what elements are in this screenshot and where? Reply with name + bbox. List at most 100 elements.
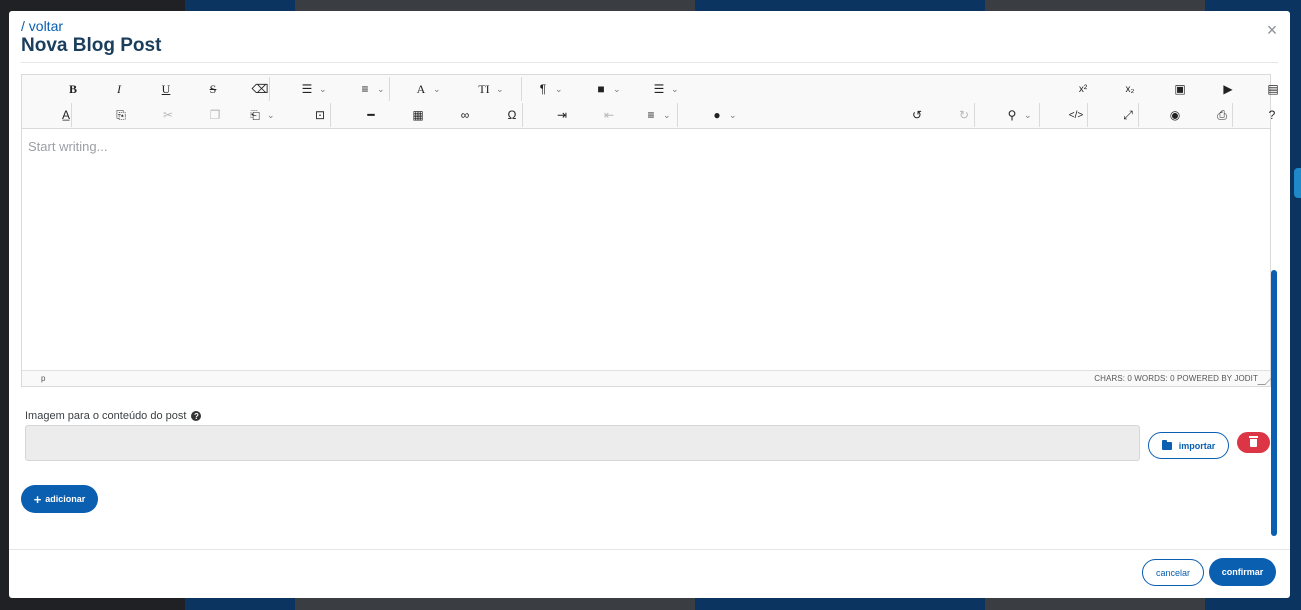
horizontal-rule-button[interactable]: ━ <box>364 105 378 125</box>
undo-icon: ↺ <box>911 108 923 122</box>
subscript-button[interactable]: x₂ <box>1123 79 1137 99</box>
redo-button[interactable]: ↻ <box>957 105 971 125</box>
underline-button[interactable]: U <box>159 79 173 99</box>
close-icon[interactable]: × <box>1264 21 1280 39</box>
chevron-down-icon: ⌄ <box>729 109 737 120</box>
symbols-button[interactable]: Ω <box>505 105 519 125</box>
about-button[interactable]: ? <box>1265 105 1279 125</box>
classname-button[interactable]: ■ ⌄ <box>594 79 620 99</box>
status-path[interactable]: p <box>41 374 45 383</box>
italic-icon: I <box>117 81 121 96</box>
toolbar-separator <box>330 103 331 127</box>
eraser-button[interactable]: ⌫ <box>251 79 269 99</box>
copy-icon: ❐ <box>209 108 221 122</box>
cut-button[interactable]: ✂ <box>161 105 175 125</box>
source-icon: </> <box>1068 109 1084 121</box>
outdent-button[interactable]: ⇤ <box>602 105 616 125</box>
toolbar-row-1: B I U S ⌫ ☰ ⌄ ≡ ⌄ A ⌄ TI ⌄ ¶ ⌄ ■ ⌄ ☰ ⌄ x² x₂ ▣ ▶ ▤ <box>22 75 1279 102</box>
image-field-label-text: Imagem para o conteúdo do post <box>25 410 187 422</box>
video-icon: ▶ <box>1223 82 1233 96</box>
plus-icon: + <box>33 491 42 507</box>
link-icon: ∞ <box>460 108 470 122</box>
toolbar-separator <box>1039 103 1040 127</box>
file-button[interactable]: ▤ <box>1266 79 1280 99</box>
editor-placeholder: Start writing... <box>28 139 108 154</box>
chevron-down-icon: ⌄ <box>671 83 679 94</box>
header-divider <box>21 62 1278 63</box>
modal-title: Nova Blog Post <box>21 35 162 56</box>
status-counters: CHARS: 0 WORDS: 0 POWERED BY JODIT <box>1094 374 1258 383</box>
subscript-icon: x₂ <box>1125 83 1135 95</box>
add-button[interactable]: + adicionar <box>21 485 98 513</box>
cancel-button[interactable]: cancelar <box>1142 559 1204 586</box>
superscript-button[interactable]: x² <box>1076 79 1090 99</box>
add-button-label: adicionar <box>45 494 86 504</box>
fullsize-button[interactable]: ⤢ <box>1121 105 1135 125</box>
eraser-icon: ⌫ <box>251 82 269 96</box>
table-button[interactable]: ▦ <box>411 105 425 125</box>
indent-button[interactable]: ⇥ <box>555 105 569 125</box>
link-button[interactable]: ∞ <box>458 105 472 125</box>
font-icon: A <box>416 81 426 96</box>
import-button[interactable]: importar <box>1148 432 1229 459</box>
file-icon: ▤ <box>1267 82 1279 96</box>
chevron-down-icon: ⌄ <box>433 83 441 94</box>
modal-scrollbar[interactable] <box>1271 270 1277 536</box>
select-all-button[interactable]: ⊡ <box>313 105 327 125</box>
font-size-button[interactable]: TI ⌄ <box>477 79 503 99</box>
classname-icon: ■ <box>597 82 605 96</box>
ordered-list-button[interactable]: ≡ ⌄ <box>358 79 384 99</box>
preview-icon: ◉ <box>1169 108 1181 122</box>
unordered-list-icon: ☰ <box>301 82 313 96</box>
source-button[interactable]: </> <box>1069 105 1083 125</box>
folder-open-icon <box>1161 439 1172 450</box>
confirm-button[interactable]: confirmar <box>1209 558 1276 586</box>
search-button[interactable]: ⚲ ⌄ <box>1005 105 1032 125</box>
select-all-icon: ⊡ <box>314 108 326 122</box>
editor-content-area[interactable]: Start writing... <box>22 130 1270 371</box>
symbols-icon: Ω <box>507 108 517 122</box>
print-button[interactable]: ⎙ <box>1215 105 1229 125</box>
help-icon[interactable]: ? <box>191 411 202 421</box>
footer-divider <box>9 549 1290 550</box>
italic-button[interactable]: I <box>112 79 126 99</box>
side-tab-handle[interactable] <box>1294 168 1301 198</box>
print-icon: ⎙ <box>1217 107 1227 122</box>
about-icon: ? <box>1268 108 1276 122</box>
align-button[interactable]: ≡ ⌄ <box>644 105 670 125</box>
image-field-label: Imagem para o conteúdo do post ? <box>25 410 202 422</box>
paste-button[interactable]: ⎗ ⌄ <box>248 105 274 125</box>
toolbar-separator <box>71 103 72 127</box>
brush-button[interactable]: ● ⌄ <box>710 105 737 125</box>
unordered-list-button[interactable]: ☰ ⌄ <box>300 79 327 99</box>
toolbar-row-2: A̲ ⎘ ✂ ❐ ⎗ ⌄ ⊡ ━ ▦ ∞ Ω ⇥ ⇤ ≡ ⌄ ● ⌄ ↺ ↻ ⚲ ⌄ </> ⤢ ◉ ⎙? <box>22 101 1275 128</box>
toolbar-separator <box>1232 103 1233 127</box>
editor-toolbar: B I U S ⌫ ☰ ⌄ ≡ ⌄ A ⌄ TI ⌄ ¶ ⌄ ■ ⌄ ☰ ⌄ x² x₂ ▣ ▶ ▤ A̲ ⎘ ✂ ❐ ⎗ ⌄ ⊡ ━ ▦ ∞ Ω… <box>22 75 1279 129</box>
line-height-button[interactable]: ☰ ⌄ <box>652 79 679 99</box>
trash-icon <box>1249 435 1258 447</box>
underline-icon: U <box>161 81 171 96</box>
rich-text-editor: B I U S ⌫ ☰ ⌄ ≡ ⌄ A ⌄ TI ⌄ ¶ ⌄ ■ ⌄ ☰ ⌄ x² x₂ ▣ ▶ ▤ A̲ ⎘ ✂ ❐ ⎗ ⌄ ⊡ ━ ▦ ∞ Ω… <box>21 74 1279 387</box>
toolbar-separator <box>677 103 678 127</box>
image-button[interactable]: ▣ <box>1173 79 1187 99</box>
toolbar-separator <box>389 77 390 101</box>
font-button[interactable]: A ⌄ <box>414 79 441 99</box>
cut-icon: ✂ <box>162 108 174 122</box>
superscript-icon: x² <box>1078 83 1088 95</box>
copy-button[interactable]: ❐ <box>208 105 222 125</box>
paragraph-button[interactable]: ¶ ⌄ <box>536 79 563 99</box>
image-icon: ▣ <box>1174 82 1186 96</box>
preview-button[interactable]: ◉ <box>1168 105 1182 125</box>
back-link[interactable]: / voltar <box>21 18 63 34</box>
copy-format-icon: ⎘ <box>116 107 126 122</box>
undo-button[interactable]: ↺ <box>910 105 924 125</box>
bold-button[interactable]: B <box>66 79 80 99</box>
delete-image-button[interactable] <box>1237 432 1270 453</box>
redo-icon: ↻ <box>958 108 970 122</box>
strikethrough-button[interactable]: S <box>206 79 220 99</box>
search-icon: ⚲ <box>1007 108 1017 122</box>
copy-format-button[interactable]: ⎘ <box>114 105 128 125</box>
brush-icon: ● <box>713 108 721 122</box>
video-button[interactable]: ▶ <box>1221 79 1235 99</box>
image-path-field[interactable] <box>25 425 1140 461</box>
